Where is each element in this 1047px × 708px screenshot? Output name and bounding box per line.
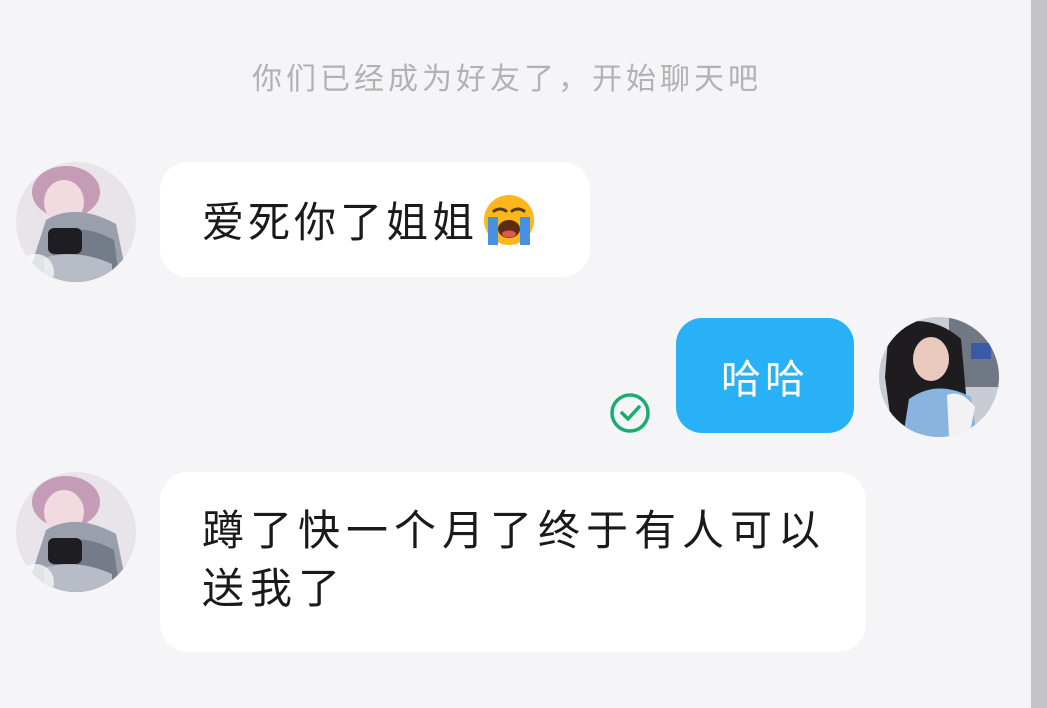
friend-added-notice: 你们已经成为好友了，开始聊天吧: [252, 62, 762, 97]
loudly-crying-face-icon: [482, 193, 536, 247]
my-avatar[interactable]: [879, 317, 999, 437]
message-text: 爱死你了姐姐: [202, 198, 479, 247]
contact-avatar[interactable]: [16, 162, 136, 282]
message-bubble[interactable]: 爱死你了姐姐: [160, 162, 590, 277]
scrollbar[interactable]: [1031, 0, 1047, 708]
contact-avatar[interactable]: [16, 472, 136, 592]
check-circle-icon: [609, 392, 651, 434]
message-bubble[interactable]: 蹲了快一个月了终于有人可以送我了: [160, 472, 866, 652]
message-text: 蹲了快一个月了终于有人可以送我了: [202, 506, 827, 613]
message-bubble[interactable]: 哈哈: [676, 318, 854, 433]
message-text: 哈哈: [721, 356, 809, 403]
